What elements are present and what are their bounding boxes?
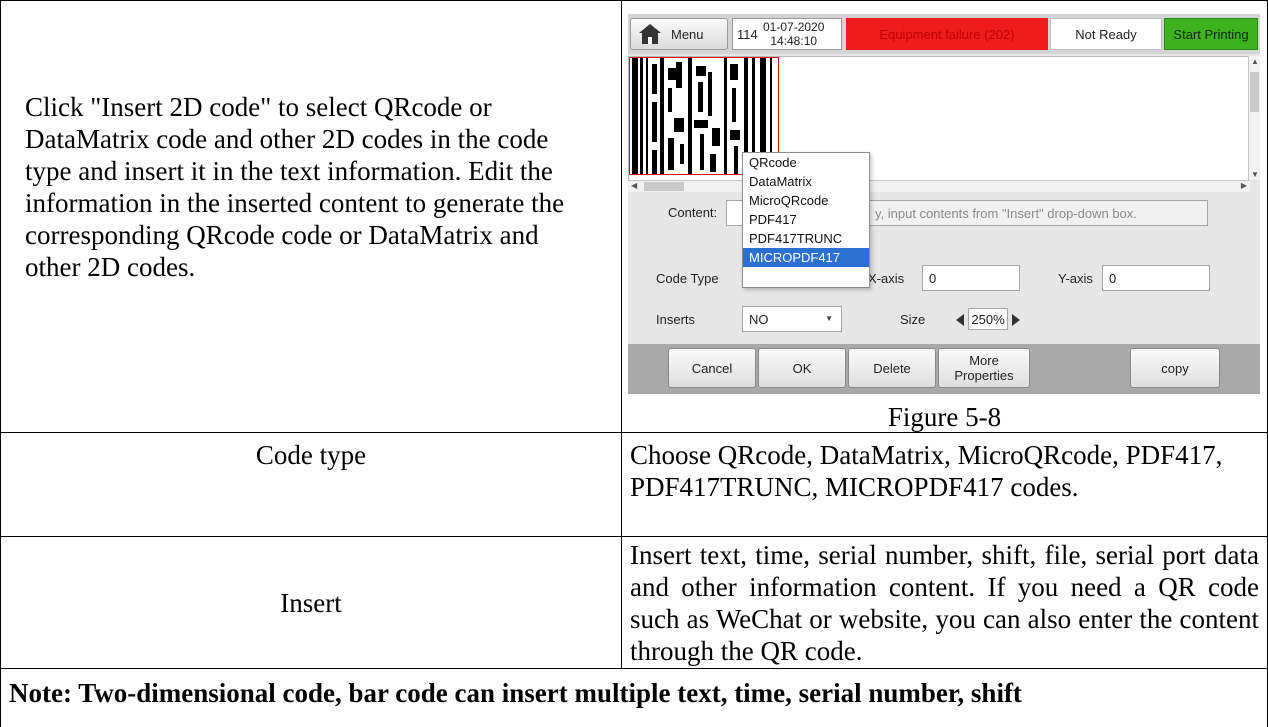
dropdown-option-qrcode[interactable]: QRcode: [743, 153, 869, 172]
dropdown-option-micropdf417[interactable]: MICROPDF417: [743, 248, 869, 267]
figure-caption: Figure 5-8: [887, 402, 1002, 432]
decrease-size-icon[interactable]: [956, 313, 964, 326]
insert-label-cell: Insert: [0, 536, 622, 669]
vertical-scrollbar[interactable]: ▲ ▼: [1248, 56, 1260, 180]
dropdown-option-datamatrix[interactable]: DataMatrix: [743, 172, 869, 191]
horizontal-scroll-thumb[interactable]: [644, 182, 684, 191]
code-type-label: Code Type: [656, 271, 719, 286]
cancel-button[interactable]: Cancel: [668, 348, 756, 388]
scroll-left-icon[interactable]: ◀: [631, 181, 637, 190]
menu-button[interactable]: Menu: [630, 18, 728, 50]
status-text: Not Ready: [1075, 26, 1137, 42]
start-printing-button[interactable]: Start Printing: [1164, 18, 1258, 50]
home-icon: [639, 24, 661, 44]
datetime-display: 01-07-2020 14:48:10: [763, 20, 824, 48]
edit-canvas[interactable]: [628, 56, 1250, 192]
alarm-indicator[interactable]: Equipment failure (202): [846, 18, 1048, 50]
content-input[interactable]: y, input contents from "Insert" drop-dow…: [868, 200, 1208, 226]
copy-button[interactable]: copy: [1130, 348, 1220, 388]
size-value: 250%: [968, 308, 1008, 330]
dropdown-option-pdf417trunc[interactable]: PDF417TRUNC: [743, 229, 869, 248]
description-cell: Click "Insert 2D code" to select QRcode …: [0, 0, 622, 433]
top-bar: Menu 114 01-07-2020 14:48:10 Equipment f…: [628, 14, 1260, 54]
dropdown-option-pdf417[interactable]: PDF417: [743, 210, 869, 229]
y-axis-input[interactable]: 0: [1102, 265, 1210, 291]
code-type-dropdown[interactable]: QRcode DataMatrix MicroQRcode PDF417 PDF…: [742, 152, 870, 288]
print-counter: 114: [737, 27, 758, 42]
note-cell: Note: Two-dimensional code, bar code can…: [0, 668, 1268, 727]
code-type-label: Code type: [255, 440, 367, 470]
x-axis-label: X-axis: [868, 271, 905, 286]
status-indicator: Not Ready: [1050, 18, 1162, 50]
dropdown-option-microqrcode[interactable]: MicroQRcode: [743, 191, 869, 210]
menu-label: Menu: [671, 26, 704, 42]
size-label: Size: [900, 312, 926, 327]
inserts-value: NO: [749, 311, 769, 327]
y-axis-label: Y-axis: [1058, 271, 1093, 286]
code-type-value-cell: Choose QRcode, DataMatrix, MicroQRcode, …: [621, 432, 1268, 537]
increase-size-icon[interactable]: [1012, 313, 1020, 326]
insert-value: Insert text, time, serial number, shift,…: [630, 540, 1259, 666]
horizontal-scrollbar[interactable]: ◀ ▶: [628, 180, 1250, 192]
more-properties-button[interactable]: More Properties: [938, 348, 1030, 388]
scroll-right-icon[interactable]: ▶: [1241, 181, 1247, 190]
counter-display: 114 01-07-2020 14:48:10: [732, 18, 842, 50]
alarm-text: Equipment failure (202): [879, 26, 1015, 42]
code-type-value: Choose QRcode, DataMatrix, MicroQRcode, …: [630, 440, 1223, 502]
scroll-down-icon[interactable]: ▼: [1251, 170, 1259, 179]
start-printing-label: Start Printing: [1173, 26, 1249, 42]
scroll-up-icon[interactable]: ▲: [1251, 57, 1259, 66]
size-stepper: 250%: [956, 306, 1038, 332]
vertical-scroll-thumb[interactable]: [1250, 72, 1259, 112]
bottom-toolbar: Cancel OK Delete More Properties copy: [628, 344, 1260, 394]
time-text: 14:48:10: [770, 34, 818, 48]
insert-label: Insert: [280, 588, 342, 618]
code-type-label-cell: Code type: [0, 432, 622, 537]
description-text: Click "Insert 2D code" to select QRcode …: [25, 92, 565, 282]
insert-value-cell: Insert text, time, serial number, shift,…: [621, 536, 1268, 669]
printer-ui-screenshot: Menu 114 01-07-2020 14:48:10 Equipment f…: [628, 14, 1260, 394]
x-axis-input[interactable]: 0: [922, 265, 1020, 291]
date-text: 01-07-2020: [763, 20, 825, 34]
note-text: Note: Two-dimensional code, bar code can…: [9, 678, 1022, 708]
inserts-select[interactable]: NO ▼: [742, 306, 842, 332]
content-label: Content:: [668, 205, 718, 220]
ok-button[interactable]: OK: [758, 348, 846, 388]
delete-button[interactable]: Delete: [848, 348, 936, 388]
chevron-down-icon: ▼: [825, 314, 833, 323]
inserts-label: Inserts: [656, 312, 696, 327]
